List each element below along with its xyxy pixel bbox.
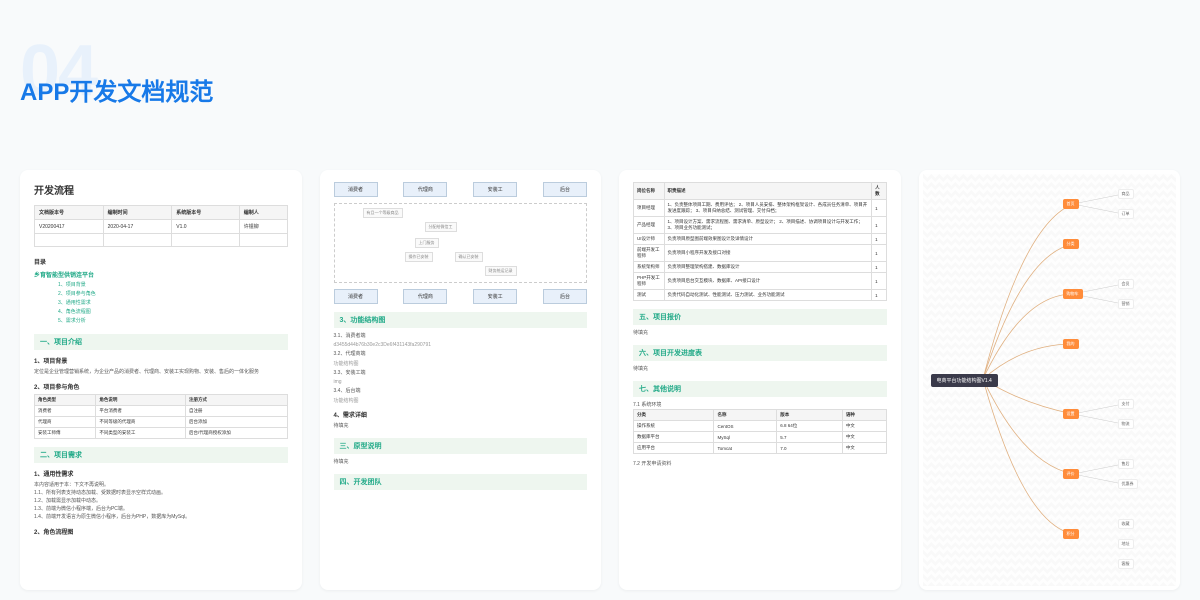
sub-4: 2、角色流程图 [34,527,288,536]
flow-box: 代理商 [403,289,447,304]
role-table: 角色类型角色说明注册方式 消费者平台消费者自注册 代理商不同等级的代理商后台添加… [34,394,288,439]
fill: 待填充 [334,458,588,466]
version-table: 文档版本号编制时间系统版本号编制人 V202004172020-04-17V1.… [34,205,288,247]
mind-node: 售后 [1118,459,1134,469]
fill: 待填充 [633,329,887,337]
mind-node: 商品 [1118,189,1134,199]
mind-node: 订单 [1118,209,1134,219]
team-table: 岗位名称职责描述人数 项目经理1、负责整体项目工期、费用评估； 2、项目人员安排… [633,182,887,301]
s32: 3.2、代理商端 [334,350,588,358]
mind-node: 会员 [1118,279,1134,289]
s34: 3.4、后台端 [334,387,588,395]
mind-node: 支付 [1118,399,1134,409]
s31: 3.1、消费者端 [334,332,588,340]
env-table: 分类名称版本语种 操作系统CentOS6.8 64位中文 数据库平台MySql5… [633,409,887,454]
toc-item: 4、角色流程图 [34,308,288,317]
page-title: APP开发文档规范 [20,72,213,107]
section-2: 二、项目需求 [34,447,288,463]
flow-bot: 消费者 代理商 安装工 后台 [334,289,588,304]
doc-card-1: 开发流程 文档版本号编制时间系统版本号编制人 V202004172020-04-… [20,170,302,590]
doc-card-3: 岗位名称职责描述人数 项目经理1、负责整体项目工期、费用评估； 2、项目人员安排… [619,170,901,590]
mindmap: 电商平台功能结构图V1.4 首页 商品 订单 分类 购物车 会员 营销 我的 设… [923,174,1177,586]
req-item: 1.1、所有列表支持动态加载、受数据时表显示空样式动画。 [34,489,288,497]
s33: 3.3、安装工端 [334,369,588,377]
mind-node: 物流 [1118,419,1134,429]
mind-node: 我的 [1063,339,1079,349]
flow-box: 安装工 [473,289,517,304]
req-item: 1.4、前端开发语言为原生微信小程序，后台为PHP，数据库为MySql。 [34,513,288,521]
doc-card-4: 电商平台功能结构图V1.4 首页 商品 订单 分类 购物车 会员 营销 我的 设… [919,170,1181,590]
mind-node: 客服 [1118,559,1134,569]
section-3: 3、功能结构图 [334,312,588,328]
sub-2: 2、项目参与角色 [34,382,288,391]
req-item: 1.2、加载需显示加载中动态。 [34,497,288,505]
section-5: 五、项目报价 [633,309,887,325]
mind-node: 首页 [1063,199,1079,209]
bg-text: 定位是企业管理营销系统，为企业产品的消费者、代理商、安装工实现购物、安装、售后的… [34,368,288,376]
toc-title: 目录 [34,257,288,266]
flow-box: 后台 [543,289,587,304]
req-text: 本内容适用于本：下文不再说明。 [34,481,288,489]
req-item: 1.3、前端为微信小程序端，后台为PC端。 [34,505,288,513]
section-5: 三、原型说明 [334,438,588,454]
flow-box: 代理商 [403,182,447,197]
flow-box: 消费者 [334,289,378,304]
flow-box: 后台 [543,182,587,197]
img-placeholder: img [334,379,588,385]
img-placeholder: 功能结构图 [334,397,588,404]
flow-diagram: 有且一个等级商品 分配给微信工 上门服务 操作已安装 确认已安装 财务统运记录 [334,203,588,283]
section-7: 七、其他说明 [633,381,887,397]
toc-item: 1、项目背景 [34,281,288,290]
s71: 7.1 系统环境 [633,401,887,409]
flow-box: 安装工 [473,182,517,197]
section-4: 4、需求详细 [334,410,588,419]
mind-node: 购物车 [1063,289,1083,299]
mind-node: 评价 [1063,469,1079,479]
mind-node: 营销 [1118,299,1134,309]
mind-node: 设置 [1063,409,1079,419]
doc1-heading: 开发流程 [34,182,288,197]
mindmap-root: 电商平台功能结构图V1.4 [931,374,998,387]
sub-1: 1、项目背景 [34,356,288,365]
mind-node: 收藏 [1118,519,1134,529]
section-1: 一、项目介绍 [34,334,288,350]
doc-card-2: 消费者 代理商 安装工 后台 有且一个等级商品 分配给微信工 上门服务 操作已安… [320,170,602,590]
fill: 待填充 [334,422,588,430]
mind-node: 分类 [1063,239,1079,249]
toc-item: 3、通用性需求 [34,299,288,308]
card-row: 开发流程 文档版本号编制时间系统版本号编制人 V202004172020-04-… [20,170,1180,590]
sub-3: 1、通用性需求 [34,469,288,478]
mind-node: 优惠券 [1118,479,1138,489]
s72: 7.2 开发申请资料 [633,460,887,468]
img-placeholder: 功能结构图 [334,360,588,367]
flow-box: 消费者 [334,182,378,197]
flow-top: 消费者 代理商 安装工 后台 [334,182,588,197]
section-6: 四、开发团队 [334,474,588,490]
section-6: 六、项目开发进度表 [633,345,887,361]
img-placeholder: d3455d44b76b30e2c3De6f431143fa290791 [334,342,588,348]
toc-item: 2、项目参与角色 [34,290,288,299]
mind-node: 地址 [1118,539,1134,549]
toc-main: 乡育智能型供销连平台 [34,270,288,279]
toc-item: 5、需求分析 [34,317,288,326]
fill: 待填充 [633,365,887,373]
mind-node: 积分 [1063,529,1079,539]
